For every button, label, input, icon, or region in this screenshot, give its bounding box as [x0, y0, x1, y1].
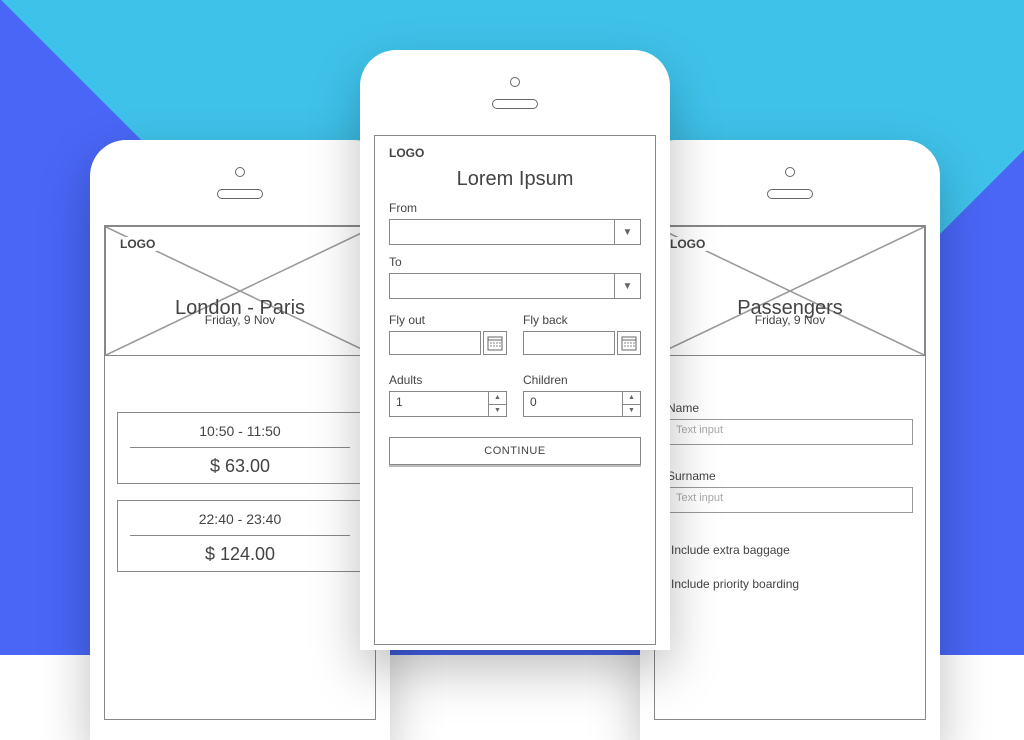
flight-time: 10:50 - 11:50	[126, 423, 354, 439]
logo: LOGO	[118, 237, 157, 251]
from-label: From	[389, 201, 641, 215]
surname-label: Surname	[667, 469, 913, 483]
name-label: Name	[667, 401, 913, 415]
chevron-up-icon[interactable]: ▲	[489, 392, 506, 405]
option-extra-baggage[interactable]: Include extra baggage	[667, 533, 913, 567]
children-value: 0	[524, 392, 622, 416]
continue-button[interactable]: CONTINUE	[389, 437, 641, 465]
calendar-icon[interactable]	[617, 331, 641, 355]
route-date: Friday, 9 Nov	[106, 313, 374, 327]
flyback-label: Fly back	[523, 313, 641, 327]
adults-value: 1	[390, 392, 488, 416]
chevron-down-icon: ▼	[614, 220, 640, 244]
header-image-placeholder: LOGO London - Paris Friday, 9 Nov	[105, 226, 375, 356]
phone-speaker-icon	[767, 189, 813, 199]
adults-label: Adults	[389, 373, 507, 387]
adults-spinner[interactable]: 1 ▲▼	[389, 391, 507, 417]
flyback-date-input[interactable]	[523, 331, 615, 355]
flight-time: 22:40 - 23:40	[126, 511, 354, 527]
screen-search: LOGO Lorem Ipsum From ▼ To ▼ Fly out	[374, 135, 656, 645]
flyout-date-input[interactable]	[389, 331, 481, 355]
phone-camera-icon	[235, 167, 245, 177]
passengers-date: Friday, 9 Nov	[656, 313, 924, 327]
option-priority-boarding[interactable]: Include priority boarding	[667, 567, 913, 601]
phone-mockup-passengers: LOGO Passengers Friday, 9 Nov Name Text …	[640, 140, 940, 740]
children-spinner[interactable]: 0 ▲▼	[523, 391, 641, 417]
screen-passengers: LOGO Passengers Friday, 9 Nov Name Text …	[654, 225, 926, 720]
flight-card[interactable]: 22:40 - 23:40 $ 124.00	[117, 500, 363, 572]
calendar-icon[interactable]	[483, 331, 507, 355]
phone-mockup-search: LOGO Lorem Ipsum From ▼ To ▼ Fly out	[360, 50, 670, 650]
children-label: Children	[523, 373, 641, 387]
chevron-down-icon[interactable]: ▼	[489, 405, 506, 417]
divider	[130, 447, 350, 448]
phone-speaker-icon	[492, 99, 538, 109]
chevron-down-icon: ▼	[614, 274, 640, 298]
screen-flights: LOGO London - Paris Friday, 9 Nov 10:50 …	[104, 225, 376, 720]
logo: LOGO	[389, 146, 641, 160]
page-title: Lorem Ipsum	[389, 168, 641, 191]
to-label: To	[389, 255, 641, 269]
flight-price: $ 124.00	[126, 544, 354, 565]
phone-speaker-icon	[217, 189, 263, 199]
flight-price: $ 63.00	[126, 456, 354, 477]
phone-camera-icon	[510, 77, 520, 87]
name-input[interactable]: Text input	[667, 419, 913, 445]
flyout-label: Fly out	[389, 313, 507, 327]
logo: LOGO	[668, 237, 707, 251]
phone-mockup-flights: LOGO London - Paris Friday, 9 Nov 10:50 …	[90, 140, 390, 740]
flight-card[interactable]: 10:50 - 11:50 $ 63.00	[117, 412, 363, 484]
to-dropdown[interactable]: ▼	[389, 273, 641, 299]
surname-input[interactable]: Text input	[667, 487, 913, 513]
divider	[130, 535, 350, 536]
header-image-placeholder: LOGO Passengers Friday, 9 Nov	[655, 226, 925, 356]
from-dropdown[interactable]: ▼	[389, 219, 641, 245]
chevron-down-icon[interactable]: ▼	[623, 405, 640, 417]
phone-camera-icon	[785, 167, 795, 177]
chevron-up-icon[interactable]: ▲	[623, 392, 640, 405]
